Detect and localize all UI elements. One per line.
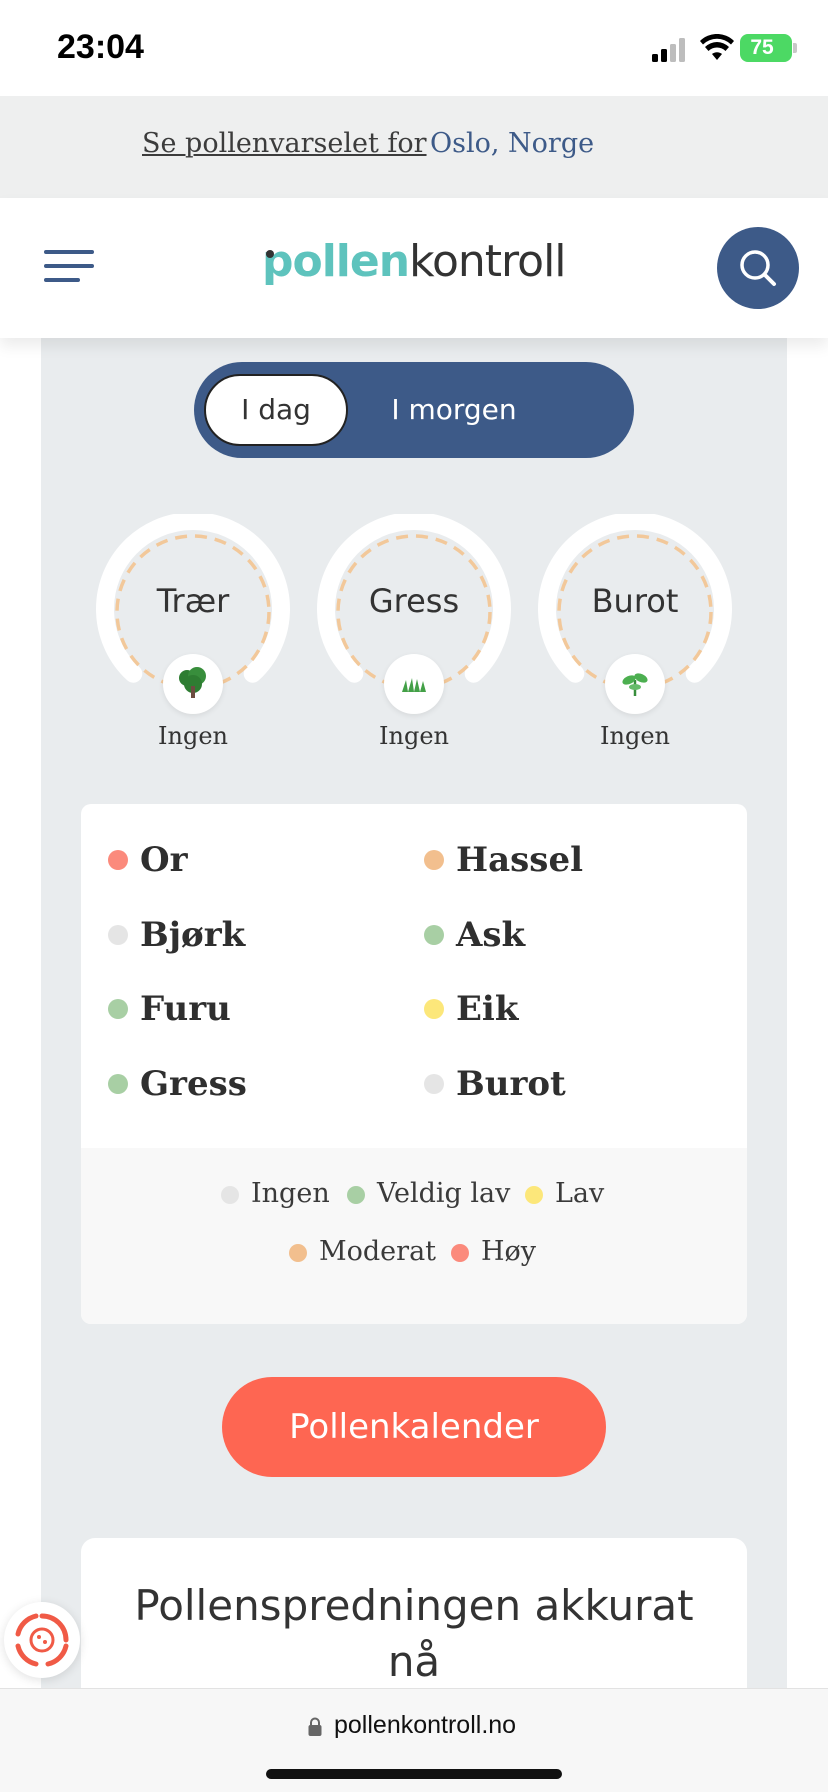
signal-icon [652, 38, 685, 62]
logo[interactable]: pollenkontroll [262, 236, 567, 296]
gauge-trees[interactable]: Trær Ingen [95, 514, 295, 764]
location-banner: Se pollenvarselet for Oslo, Norge [0, 96, 828, 198]
gauge-level: Ingen [158, 722, 228, 750]
level-scale: Ingen Veldig lav Lav Moderat Høy [81, 1148, 747, 1324]
battery-icon: 75 [740, 34, 797, 62]
status-dot [108, 1074, 128, 1094]
search-icon [740, 250, 776, 286]
location-name[interactable]: Oslo, Norge [430, 128, 594, 159]
status-time: 23:04 [57, 28, 144, 66]
plant-name: Gress [140, 1064, 247, 1104]
browser-url-bar[interactable]: pollenkontroll.no [0, 1688, 828, 1792]
wifi-icon [700, 34, 734, 60]
menu-button[interactable] [44, 250, 94, 282]
status-dot [108, 850, 128, 870]
scale-label: Høy [481, 1236, 537, 1267]
status-dot [108, 999, 128, 1019]
tree-icon [163, 654, 223, 714]
cookie-settings-button[interactable] [4, 1602, 80, 1678]
gauge-label: Burot [591, 582, 679, 620]
site-header: pollenkontroll [0, 198, 828, 338]
logo-text-kontroll: kontroll [409, 236, 566, 287]
gauge-level: Ingen [379, 722, 449, 750]
plant-name: Eik [456, 989, 519, 1029]
plant-name: Burot [456, 1064, 566, 1104]
status-dot [424, 925, 444, 945]
day-toggle: I dag I morgen [194, 362, 634, 458]
grass-icon [384, 654, 444, 714]
url-text: pollenkontroll.no [334, 1711, 517, 1739]
plant-name: Ask [456, 915, 526, 955]
plant-name: Furu [140, 989, 231, 1029]
tab-today[interactable]: I dag [204, 374, 348, 446]
plant-name: Hassel [456, 840, 583, 880]
scale-label: Lav [555, 1178, 605, 1209]
gauge-level: Ingen [600, 722, 670, 750]
hamburger-icon-line [44, 264, 94, 268]
page: 23:04 75 Se pollenvarselet for Oslo, Nor… [0, 0, 828, 1792]
battery-level: 75 [750, 36, 774, 59]
status-dot [424, 999, 444, 1019]
gauge-label: Gress [368, 582, 460, 620]
battery-tip [793, 43, 797, 53]
logo-text-pollen: pollen [262, 236, 410, 287]
scale-label: Ingen [251, 1178, 330, 1209]
scale-dot [525, 1186, 543, 1204]
scale-dot [289, 1244, 307, 1262]
hamburger-icon-line [44, 278, 80, 282]
cookie-icon [15, 1613, 69, 1667]
hamburger-icon-line [44, 250, 94, 254]
lock-icon [308, 1717, 322, 1736]
pollen-legend-card: Or Hassel Bjørk Ask Furu Eik Gress Burot… [81, 804, 747, 1324]
scale-dot [451, 1244, 469, 1262]
scale-dot [347, 1186, 365, 1204]
scale-label: Veldig lav [377, 1178, 511, 1209]
scale-label: Moderat [319, 1236, 437, 1267]
plant-name: Or [140, 840, 188, 880]
section-title: Pollenspredningen akkurat nå [134, 1581, 694, 1686]
search-button[interactable] [717, 227, 799, 309]
forecast-panel: I dag I morgen Trær Ingen Gress Ingen Bu… [41, 338, 787, 1738]
gauge-label: Trær [156, 582, 230, 620]
gauge-grass[interactable]: Gress Ingen [316, 514, 516, 764]
scale-dot [221, 1186, 239, 1204]
pollen-calendar-button[interactable]: Pollenkalender [222, 1377, 606, 1477]
status-bar: 23:04 75 [0, 0, 828, 96]
plant-name: Bjørk [140, 915, 246, 955]
home-indicator [266, 1769, 562, 1779]
status-dot [424, 850, 444, 870]
status-dot [108, 925, 128, 945]
location-link[interactable]: Se pollenvarselet for [142, 128, 427, 159]
weed-icon [605, 654, 665, 714]
status-dot [424, 1074, 444, 1094]
tab-tomorrow[interactable]: I morgen [364, 374, 544, 446]
gauge-weed[interactable]: Burot Ingen [537, 514, 737, 764]
logo-dot [266, 250, 274, 258]
